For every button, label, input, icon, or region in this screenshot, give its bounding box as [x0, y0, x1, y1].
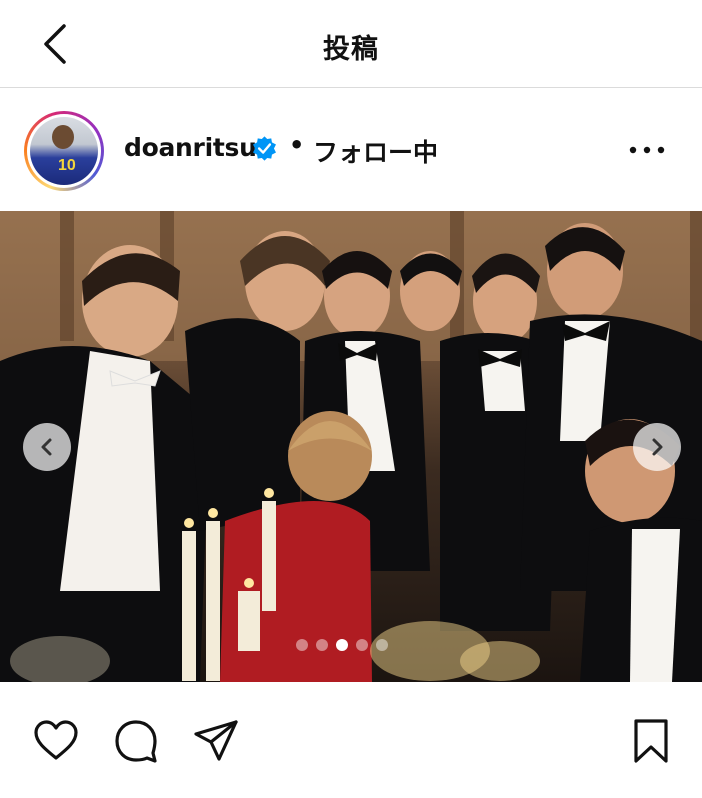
post-photo[interactable]: [0, 211, 702, 682]
photo-scene: [0, 211, 702, 682]
carousel-dot[interactable]: [356, 639, 368, 651]
carousel-dot-active[interactable]: [336, 639, 348, 651]
chevron-right-icon: [652, 438, 663, 456]
carousel-prev-button[interactable]: [23, 423, 71, 471]
comment-button[interactable]: [113, 718, 159, 764]
carousel-next-button[interactable]: [633, 423, 681, 471]
username-link[interactable]: doanritsu: [124, 133, 257, 162]
carousel-indicator: [296, 639, 388, 653]
avatar[interactable]: 10: [24, 111, 104, 191]
heart-icon: [34, 720, 78, 760]
carousel-dot[interactable]: [296, 639, 308, 651]
post-actions: [0, 682, 702, 798]
separator-dot: •: [289, 131, 305, 159]
bookmark-icon: [634, 719, 668, 763]
comment-icon: [115, 720, 157, 763]
more-horizontal-icon: [629, 146, 665, 154]
post-header: 10 doanritsu • フォロー中: [0, 89, 702, 209]
carousel-dot[interactable]: [316, 639, 328, 651]
following-button[interactable]: フォロー中: [313, 133, 438, 169]
avatar-jersey-number: 10: [58, 157, 76, 174]
share-button[interactable]: [193, 718, 239, 764]
carousel-dot[interactable]: [376, 639, 388, 651]
chevron-left-icon: [41, 438, 52, 456]
top-bar: 投稿: [0, 0, 702, 88]
paper-plane-icon: [194, 720, 238, 761]
like-button[interactable]: [33, 718, 79, 764]
page-title: 投稿: [323, 34, 379, 65]
save-button[interactable]: [628, 718, 674, 764]
verified-badge-icon: [253, 136, 276, 161]
more-options-button[interactable]: [620, 137, 674, 163]
avatar-image: 10: [30, 117, 98, 185]
